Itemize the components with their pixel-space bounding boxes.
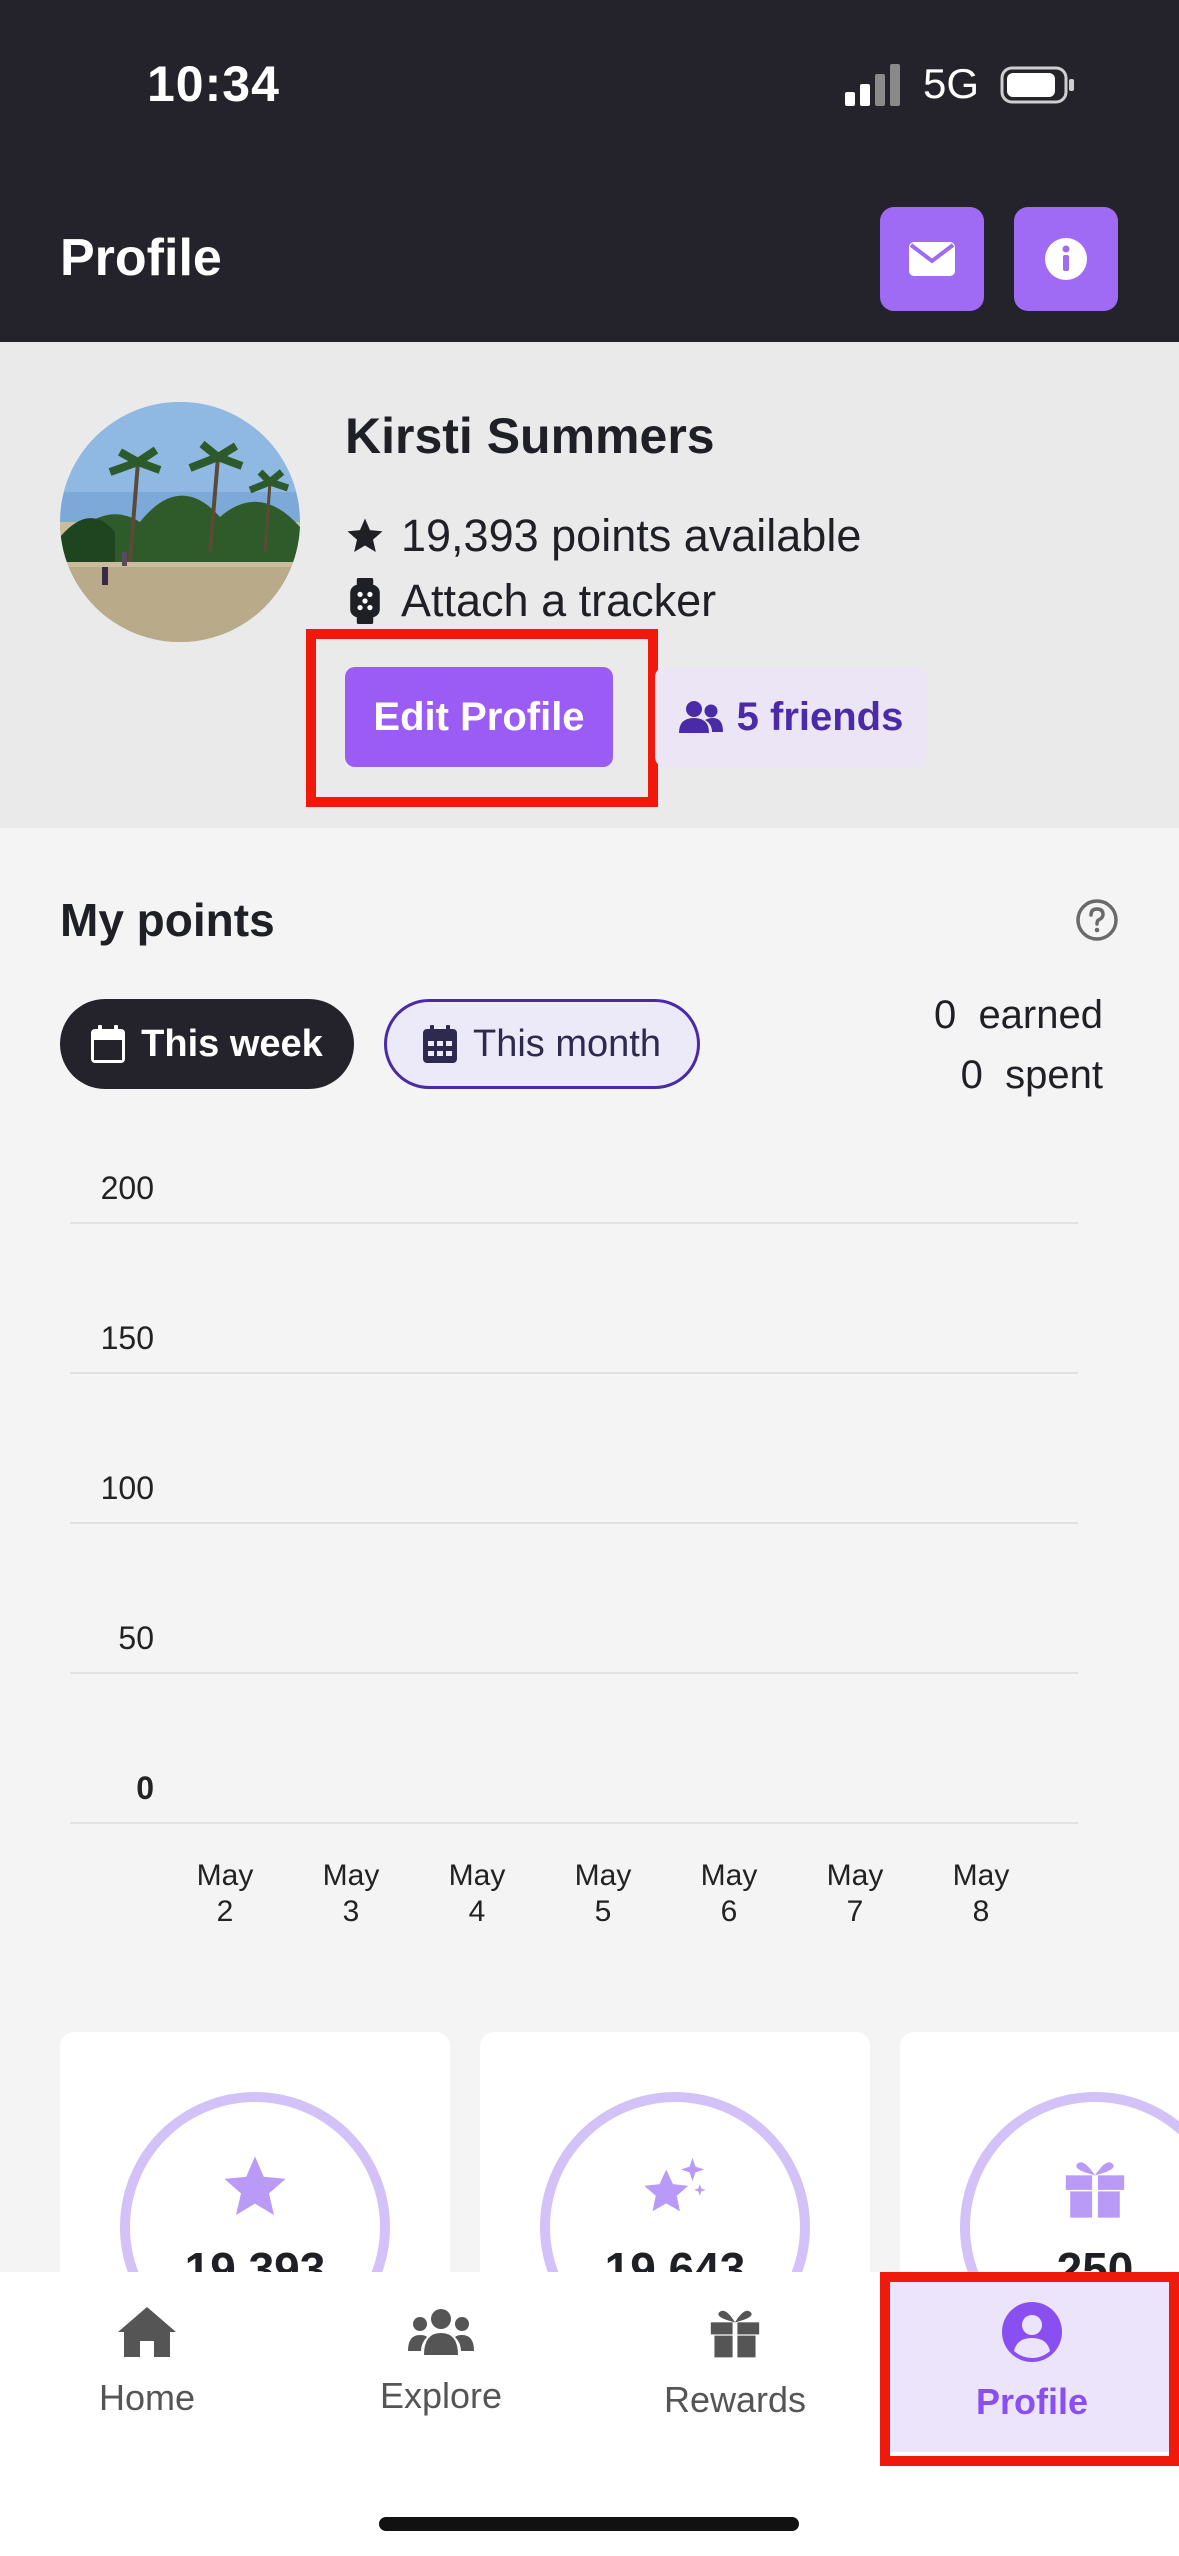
info-icon <box>1045 238 1087 280</box>
x-tick-label: May 8 <box>953 1859 1010 1928</box>
x-tick-label: May 6 <box>701 1859 758 1928</box>
battery-icon <box>1000 66 1074 104</box>
earned-label: earned <box>978 993 1103 1037</box>
calendar-icon <box>91 1025 126 1063</box>
app-header: Profile <box>0 180 1179 342</box>
signal-icon <box>845 64 900 106</box>
friends-label: 5 friends <box>736 694 904 739</box>
x-tick-label: May 2 <box>197 1859 254 1928</box>
smartwatch-icon <box>350 578 380 624</box>
highlight-box <box>880 2272 1179 2466</box>
info-button[interactable] <box>1014 207 1118 311</box>
stat-value: 19,643 <box>604 2243 746 2272</box>
points-title: My points <box>60 894 275 946</box>
messages-button[interactable] <box>880 207 984 311</box>
points-available-text: 19,393 points available <box>401 510 862 561</box>
x-tick-label: May 5 <box>575 1859 632 1928</box>
filter-this-week[interactable]: This week <box>60 999 354 1089</box>
stat-value: 250 <box>1056 2243 1134 2272</box>
y-tick-label: 50 <box>118 1620 154 1656</box>
people-icon <box>678 701 723 733</box>
filter-this-month-label: This month <box>473 1022 661 1065</box>
avatar[interactable] <box>60 402 300 642</box>
envelope-icon <box>909 242 955 276</box>
tab-bar: Home Explore Rewards Profile <box>0 2272 1179 2556</box>
attach-tracker-text: Attach a tracker <box>401 575 717 626</box>
highlight-box <box>306 629 658 807</box>
user-name: Kirsti Summers <box>345 408 715 464</box>
page-title: Profile <box>60 229 222 287</box>
tab-explore[interactable]: Explore <box>294 2272 588 2452</box>
sparkle-stars-icon <box>644 2157 706 2212</box>
status-bar: 10:34 5G <box>0 0 1179 180</box>
filter-this-month[interactable]: This month <box>384 999 700 1089</box>
spent-label: spent <box>1005 1053 1103 1097</box>
stat-value: 19,393 <box>184 2243 326 2272</box>
y-tick-label: 150 <box>101 1320 154 1356</box>
tab-rewards[interactable]: Rewards <box>588 2272 882 2452</box>
x-tick-label: May 4 <box>449 1859 506 1928</box>
tab-home-label: Home <box>98 2377 196 2418</box>
y-tick-label: 0 <box>136 1770 154 1806</box>
stat-card-available[interactable]: 19,393 <box>60 2032 450 2272</box>
home-icon <box>118 2307 176 2357</box>
earned-summary: 0 earned <box>934 993 1103 1038</box>
friends-button[interactable]: 5 friends <box>655 667 927 767</box>
network-label: 5G <box>923 60 980 107</box>
stats-row: 19,393 19,643 250 <box>0 2032 1179 2272</box>
y-tick-label: 100 <box>101 1470 154 1506</box>
avatar-image <box>60 402 300 642</box>
stat-card-earned[interactable]: 19,643 <box>480 2032 870 2272</box>
help-icon[interactable] <box>1075 898 1119 942</box>
tab-rewards-label: Rewards <box>663 2379 807 2420</box>
star-icon <box>347 518 383 552</box>
status-time: 10:34 <box>147 56 280 112</box>
star-icon <box>224 2156 286 2215</box>
points-info: 19,393 points available <box>345 510 861 562</box>
people-icon <box>408 2309 474 2355</box>
home-indicator <box>379 2517 799 2531</box>
spent-summary: 0 spent <box>961 1053 1103 1098</box>
x-tick-label: May 7 <box>827 1859 884 1928</box>
spent-value: 0 <box>960 1053 983 1097</box>
tab-explore-label: Explore <box>379 2375 503 2416</box>
stat-card-spent[interactable]: 250 <box>900 2032 1179 2272</box>
calendar-days-icon <box>423 1025 458 1063</box>
earned-value: 0 <box>933 993 957 1037</box>
tab-home[interactable]: Home <box>0 2272 294 2452</box>
filter-this-week-label: This week <box>141 1022 323 1065</box>
gift-icon <box>710 2310 760 2359</box>
x-tick-label: May 3 <box>323 1859 380 1928</box>
tracker-info[interactable]: Attach a tracker <box>345 575 716 627</box>
gift-icon <box>1065 2162 1125 2220</box>
profile-section: Kirsti Summers 19,393 points available A… <box>0 342 1179 828</box>
y-tick-label: 200 <box>101 1170 154 1206</box>
points-chart: 200 150 100 50 0 May 2 May 3 May 4 May 5 May 6 May 7 May 8 <box>70 1170 1078 1928</box>
